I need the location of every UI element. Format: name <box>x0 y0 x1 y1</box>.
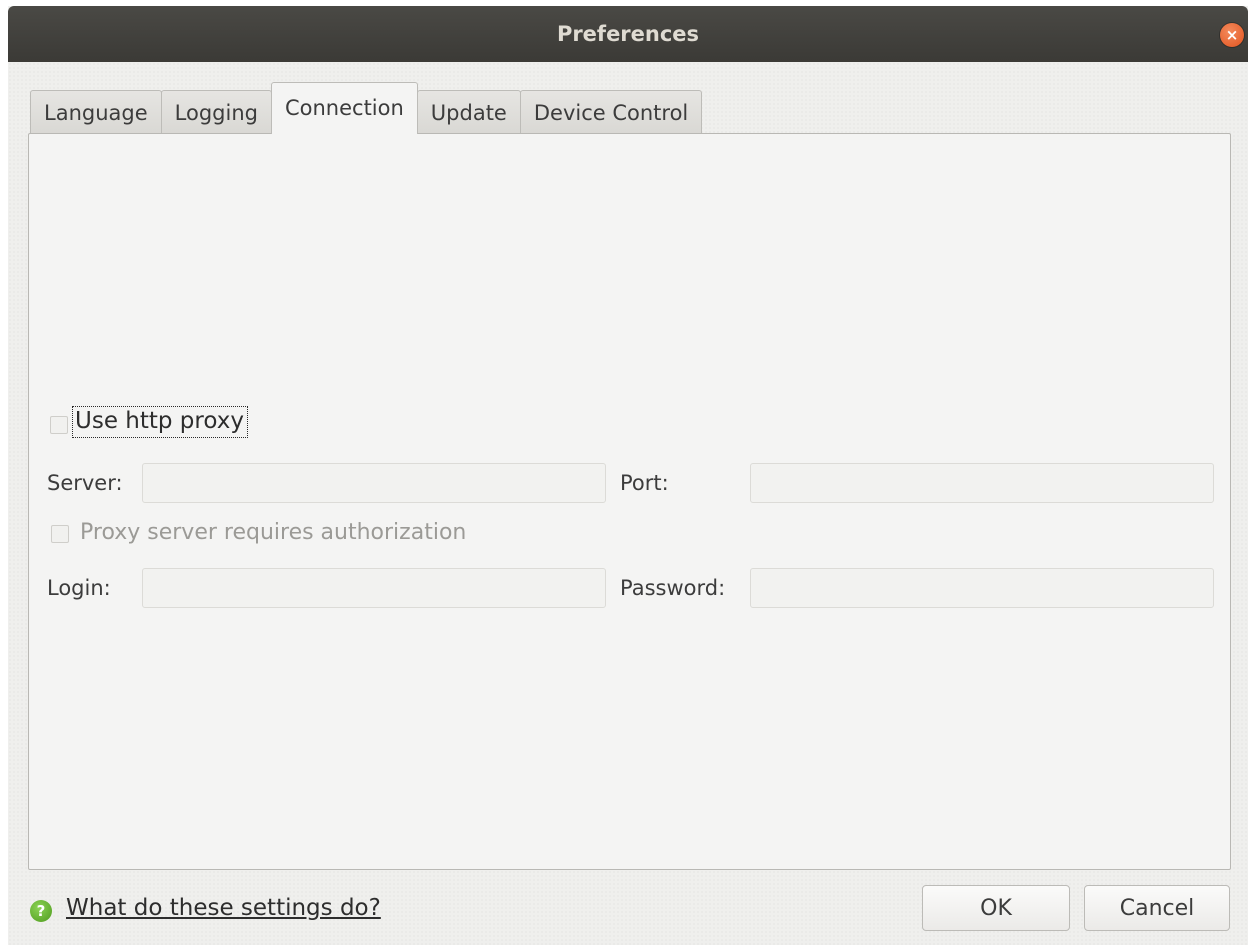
close-icon: × <box>1225 26 1239 44</box>
tab-device-control[interactable]: Device Control <box>519 90 703 134</box>
server-input[interactable] <box>142 463 606 503</box>
help-link[interactable]: What do these settings do? <box>66 895 381 921</box>
tab-language[interactable]: Language <box>30 90 162 134</box>
server-label: Server: <box>47 471 123 495</box>
use-proxy-checkbox[interactable] <box>50 416 68 434</box>
proxy-auth-checkbox[interactable] <box>51 525 69 543</box>
port-input[interactable] <box>750 463 1214 503</box>
ok-button[interactable]: OK <box>922 885 1070 931</box>
tab-bar: Language Logging Connection Update Devic… <box>30 82 703 134</box>
preferences-window: Preferences × Language Logging Connectio… <box>8 6 1248 945</box>
password-label: Password: <box>620 576 726 600</box>
connection-panel: Use http proxy Server: Port: Proxy serve… <box>28 133 1231 870</box>
login-input[interactable] <box>142 568 606 608</box>
help-icon: ? <box>30 900 52 922</box>
port-label: Port: <box>620 471 669 495</box>
close-button[interactable]: × <box>1220 23 1244 47</box>
cancel-button-label: Cancel <box>1119 895 1195 921</box>
ok-button-label: OK <box>980 895 1012 921</box>
tab-update[interactable]: Update <box>416 90 521 134</box>
login-label: Login: <box>47 576 111 600</box>
cancel-button[interactable]: Cancel <box>1084 885 1230 931</box>
title-bar[interactable]: Preferences × <box>8 6 1248 62</box>
window-title: Preferences <box>556 22 700 46</box>
proxy-auth-label[interactable]: Proxy server requires authorization <box>80 520 466 545</box>
tab-connection[interactable]: Connection <box>270 82 418 134</box>
use-proxy-label[interactable]: Use http proxy <box>72 406 248 438</box>
password-input[interactable] <box>750 568 1214 608</box>
tab-logging[interactable]: Logging <box>160 90 272 134</box>
